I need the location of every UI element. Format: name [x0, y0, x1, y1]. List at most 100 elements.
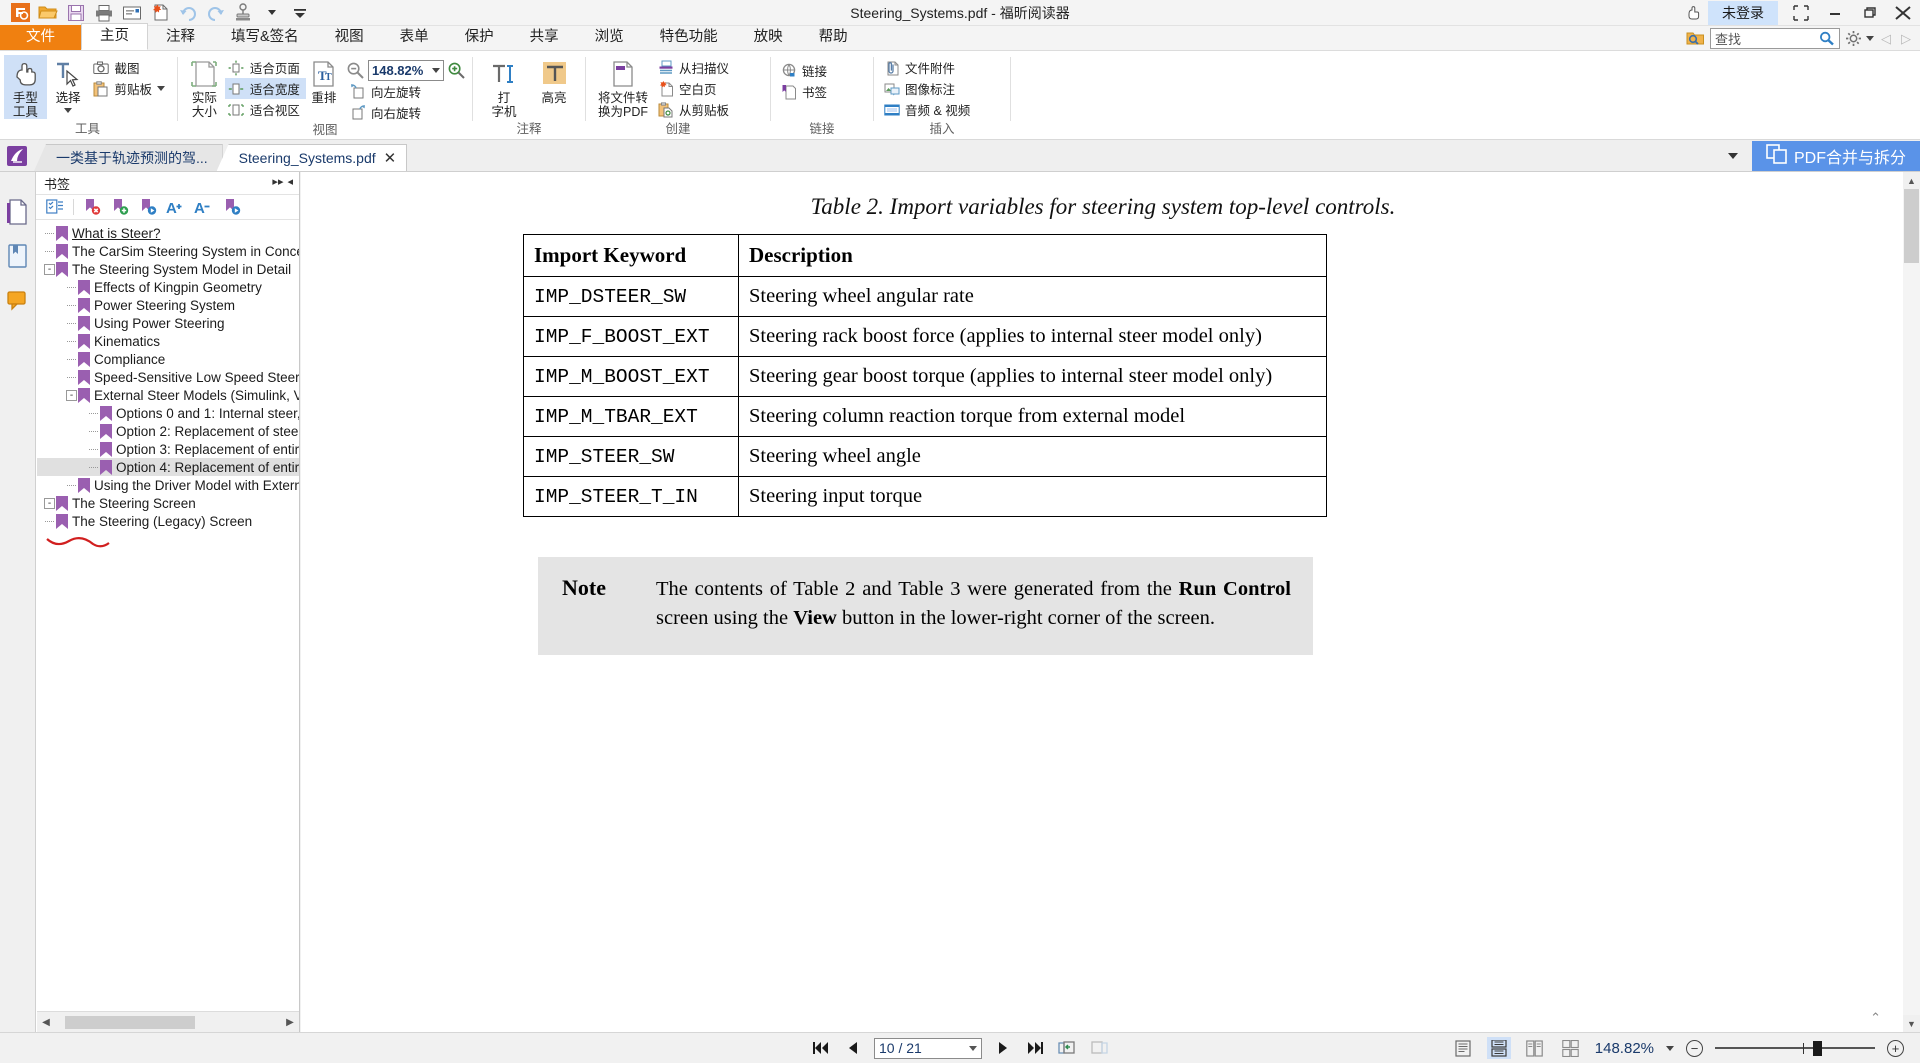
page-number-caret-icon[interactable]	[969, 1045, 977, 1051]
zoom-in-icon[interactable]	[447, 61, 466, 80]
delete-bookmark-icon[interactable]	[79, 195, 105, 219]
rotate-left-button[interactable]: 向左旋转	[346, 81, 466, 102]
document-tab-1[interactable]: Steering_Systems.pdf ✕	[216, 144, 408, 171]
bookmark-item[interactable]: Option 4: Replacement of entire s	[37, 458, 299, 476]
status-zoom-caret-icon[interactable]	[1666, 1045, 1674, 1051]
close-tab-icon[interactable]: ✕	[384, 149, 397, 167]
add-bookmark-icon[interactable]	[107, 195, 133, 219]
bookmark-item[interactable]: Effects of Kingpin Geometry	[37, 278, 299, 296]
single-page-icon[interactable]	[1451, 1037, 1475, 1059]
page-thumbnails-icon[interactable]	[0, 190, 36, 234]
document-tab-0[interactable]: 一类基于轨迹预测的驾...	[34, 144, 223, 171]
hand-tool-button[interactable]: 手型 工具	[4, 55, 47, 119]
login-status-button[interactable]: 未登录	[1708, 1, 1778, 25]
goto-bookmark-icon[interactable]	[135, 195, 161, 219]
previous-view-icon[interactable]	[1056, 1037, 1078, 1059]
bookmark-item[interactable]: Kinematics	[37, 332, 299, 350]
bookmark-item[interactable]: Option 3: Replacement of entire s	[37, 440, 299, 458]
undo-icon[interactable]	[174, 1, 202, 25]
sidebar-collapse-controls[interactable]: ▸▸ ◂	[272, 175, 293, 188]
save-icon[interactable]	[62, 1, 90, 25]
fit-visible-button[interactable]: 适合视区	[225, 99, 306, 120]
bookmark-item[interactable]: Speed-Sensitive Low Speed Steer To	[37, 368, 299, 386]
expand-all-icon[interactable]: ▸▸	[272, 175, 283, 188]
bookmark-item[interactable]: Compliance	[37, 350, 299, 368]
previous-page-icon[interactable]	[842, 1037, 864, 1059]
select-tool-button[interactable]: 选择	[47, 55, 90, 113]
zoom-slider-thumb[interactable]	[1813, 1041, 1822, 1056]
bookmark-item[interactable]: - External Steer Models (Simulink, VS C	[37, 386, 299, 404]
sidebar-horizontal-scrollbar[interactable]: ◀ ▶	[37, 1011, 299, 1032]
next-page-icon[interactable]	[992, 1037, 1014, 1059]
scroll-right-icon[interactable]: ▶	[281, 1013, 299, 1032]
tab-form[interactable]: 表单	[382, 25, 447, 50]
document-view[interactable]: Table 2. Import variables for steering s…	[301, 172, 1920, 1032]
settings-gear-icon[interactable]	[1844, 29, 1863, 48]
tab-overflow-chevron-down-icon[interactable]	[1727, 153, 1738, 159]
bookmark-expander-icon[interactable]: -	[43, 497, 56, 510]
typewriter-button[interactable]: 打 字机	[479, 55, 529, 119]
next-view-icon[interactable]	[1088, 1037, 1110, 1059]
bookmark-expander-icon[interactable]: -	[43, 263, 56, 276]
pdf-merge-split-button[interactable]: PDF合并与拆分	[1751, 141, 1920, 171]
tab-slideshow[interactable]: 放映	[736, 25, 801, 50]
foxit-logo-icon[interactable]	[6, 1, 34, 25]
comments-panel-icon[interactable]	[0, 278, 36, 322]
tab-features[interactable]: 特色功能	[642, 25, 736, 50]
tab-fill-sign[interactable]: 填写&签名	[213, 25, 317, 50]
close-icon[interactable]	[1886, 0, 1920, 26]
search-input[interactable]: 查找	[1710, 28, 1840, 49]
scroll-thumb[interactable]	[65, 1015, 195, 1029]
clipboard-button[interactable]: 剪贴板	[89, 78, 171, 99]
scroll-up-icon[interactable]: ▲	[1903, 172, 1920, 189]
continuous-facing-icon[interactable]	[1559, 1037, 1583, 1059]
bookmark-item[interactable]: Using Power Steering	[37, 314, 299, 332]
tab-help[interactable]: 帮助	[801, 25, 866, 50]
bookmark-item[interactable]: - The Steering Screen	[37, 494, 299, 512]
screenshot-button[interactable]: 截图	[89, 57, 171, 78]
decrease-font-icon[interactable]: A	[191, 195, 217, 219]
select-tool-caret-icon[interactable]	[64, 108, 73, 113]
highlight-button[interactable]: 高亮	[529, 55, 579, 105]
open-folder-icon[interactable]	[34, 1, 62, 25]
bookmark-properties-icon[interactable]	[219, 195, 245, 219]
zoom-out-button[interactable]: −	[1686, 1039, 1703, 1057]
bookmark-item[interactable]: Option 2: Replacement of steerin	[37, 422, 299, 440]
tab-comment[interactable]: 注释	[148, 25, 213, 50]
vertical-scroll-thumb[interactable]	[1904, 189, 1919, 263]
file-to-pdf-button[interactable]: 将文件转 换为PDF	[592, 55, 654, 119]
quick-access-dropdown-caret-icon[interactable]	[258, 1, 286, 25]
tab-file[interactable]: 文件	[0, 25, 81, 50]
image-annotation-button[interactable]: 图像标注	[880, 78, 976, 99]
blank-page-button[interactable]: 空白页	[654, 78, 735, 99]
collapse-panel-icon[interactable]: ◂	[287, 175, 293, 188]
vertical-scroll-track[interactable]	[1903, 189, 1920, 1015]
link-button[interactable]: 链接	[777, 60, 833, 81]
page-number-input[interactable]: 10 / 21	[874, 1037, 982, 1059]
hand-pointer-icon[interactable]	[1680, 1, 1708, 25]
bookmark-expander-icon[interactable]: -	[65, 389, 78, 402]
increase-font-icon[interactable]: A	[163, 195, 189, 219]
tab-share[interactable]: 共享	[512, 25, 577, 50]
continuous-page-icon[interactable]	[1486, 1037, 1511, 1059]
bookmark-item[interactable]: Power Steering System	[37, 296, 299, 314]
quick-access-overflow-icon[interactable]	[286, 1, 314, 25]
rotate-right-button[interactable]: 向右旋转	[346, 102, 466, 123]
scroll-left-icon[interactable]: ◀	[37, 1013, 55, 1032]
file-attachment-button[interactable]: 文件附件	[880, 57, 976, 78]
from-scanner-button[interactable]: 从扫描仪	[654, 57, 735, 78]
zoom-slider[interactable]	[1715, 1040, 1875, 1056]
scroll-down-icon[interactable]: ▼	[1903, 1015, 1920, 1032]
first-page-icon[interactable]	[810, 1037, 832, 1059]
bookmark-button[interactable]: 书签	[777, 81, 833, 102]
search-folder-icon[interactable]	[1684, 29, 1706, 49]
bookmark-options-icon[interactable]	[42, 195, 68, 219]
bookmarks-panel-icon[interactable]	[0, 234, 36, 278]
zoom-level-input[interactable]: 148.82%	[368, 60, 444, 81]
last-page-icon[interactable]	[1024, 1037, 1046, 1059]
zoom-in-button[interactable]: +	[1887, 1039, 1904, 1057]
bookmark-item[interactable]: Options 0 and 1: Internal steer, n	[37, 404, 299, 422]
reflow-button[interactable]: TT 重排	[306, 55, 342, 105]
zoom-level-caret-icon[interactable]	[432, 68, 440, 73]
actual-size-button[interactable]: 实际 大小	[184, 55, 225, 119]
